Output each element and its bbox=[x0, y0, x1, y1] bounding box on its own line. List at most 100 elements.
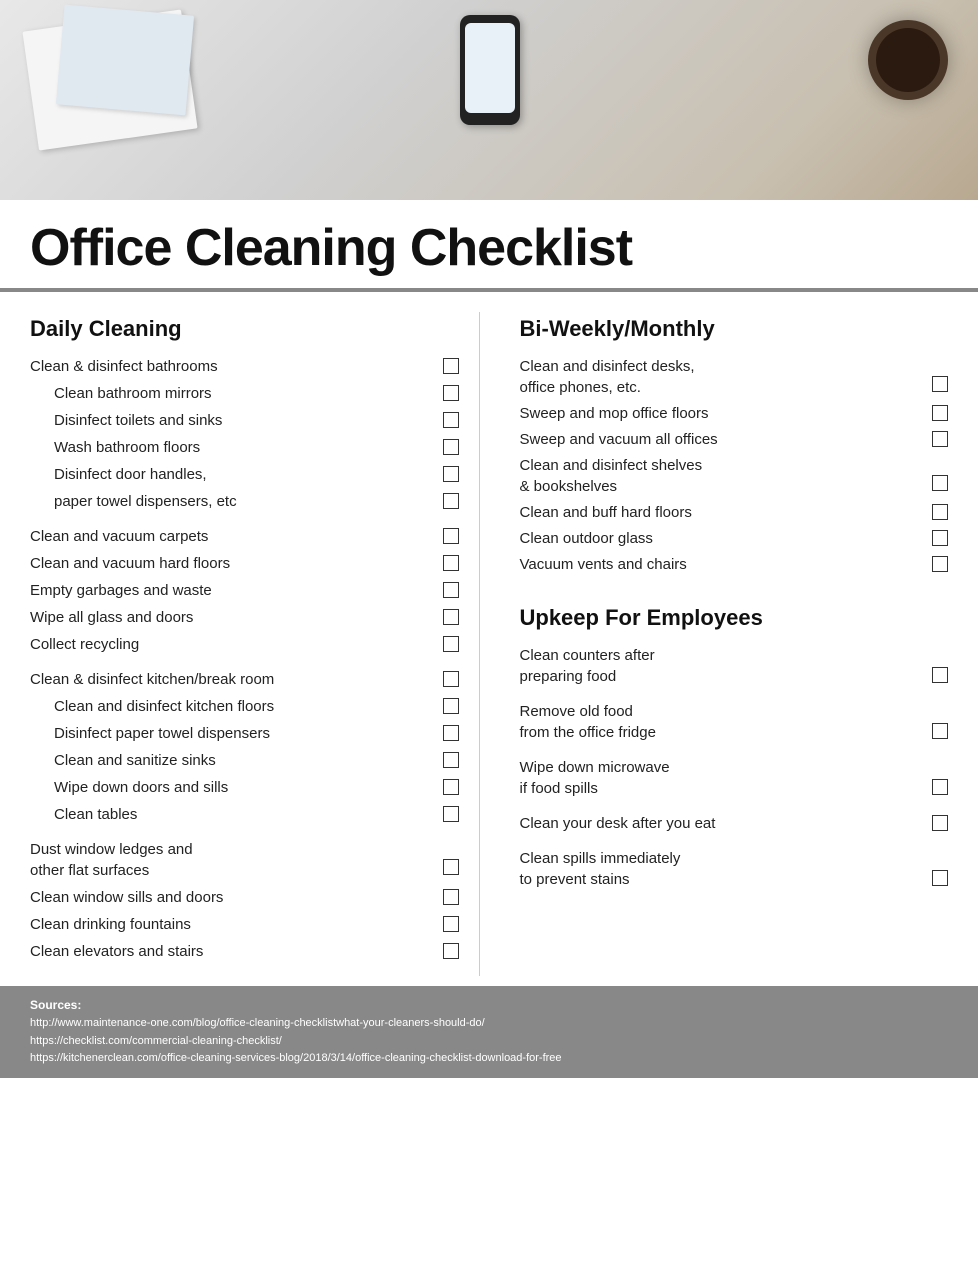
list-item: Wash bathroom floors bbox=[54, 437, 459, 458]
checkbox[interactable] bbox=[932, 815, 948, 831]
checkbox[interactable] bbox=[443, 889, 459, 905]
item-label: Clean counters afterpreparing food bbox=[520, 645, 925, 687]
checkbox[interactable] bbox=[932, 475, 948, 491]
list-item: Clean and vacuum carpets bbox=[30, 526, 459, 547]
checkbox[interactable] bbox=[443, 493, 459, 509]
checkbox[interactable] bbox=[932, 504, 948, 520]
checkbox[interactable] bbox=[443, 358, 459, 374]
checkbox[interactable] bbox=[932, 667, 948, 683]
item-label: Clean window sills and doors bbox=[30, 887, 435, 908]
list-item: Wipe down doors and sills bbox=[54, 777, 459, 798]
right-column: Bi-Weekly/Monthly Clean and disinfect de… bbox=[510, 312, 949, 976]
list-item: Dust window ledges andother flat surface… bbox=[30, 839, 459, 881]
list-item: Clean and disinfect shelves& bookshelves bbox=[520, 455, 949, 497]
item-label: Clean tables bbox=[54, 804, 435, 825]
item-label: paper towel dispensers, etc bbox=[54, 491, 435, 512]
item-label: Clean drinking fountains bbox=[30, 914, 435, 935]
kitchen-subitems: Clean and disinfect kitchen floors Disin… bbox=[30, 696, 459, 825]
list-item: Disinfect door handles, bbox=[54, 464, 459, 485]
checkbox[interactable] bbox=[443, 698, 459, 714]
footer: Sources: http://www.maintenance-one.com/… bbox=[0, 986, 978, 1078]
source-link-2: https://checklist.com/commercial-cleanin… bbox=[30, 1033, 948, 1051]
item-label: Sweep and mop office floors bbox=[520, 403, 925, 424]
item-label: Clean and vacuum hard floors bbox=[30, 553, 435, 574]
checkbox[interactable] bbox=[932, 779, 948, 795]
item-label: Wipe all glass and doors bbox=[30, 607, 435, 628]
checkbox[interactable] bbox=[443, 609, 459, 625]
item-label: Clean your desk after you eat bbox=[520, 813, 925, 834]
checkbox[interactable] bbox=[443, 582, 459, 598]
item-label: Disinfect toilets and sinks bbox=[54, 410, 435, 431]
checkbox[interactable] bbox=[443, 636, 459, 652]
checkbox[interactable] bbox=[443, 528, 459, 544]
checkbox[interactable] bbox=[443, 943, 459, 959]
daily-misc-group: Dust window ledges andother flat surface… bbox=[30, 839, 459, 962]
list-item: Clean and sanitize sinks bbox=[54, 750, 459, 771]
list-item: Clean your desk after you eat bbox=[520, 813, 949, 834]
bathrooms-group: Clean & disinfect bathrooms Clean bathro… bbox=[30, 356, 459, 512]
checkbox[interactable] bbox=[443, 439, 459, 455]
list-item: Sweep and mop office floors bbox=[520, 403, 949, 424]
employee-section-title: Upkeep For Employees bbox=[520, 605, 949, 631]
list-item: Clean & disinfect kitchen/break room bbox=[30, 669, 459, 690]
checkbox[interactable] bbox=[443, 412, 459, 428]
kitchen-group: Clean & disinfect kitchen/break room Cle… bbox=[30, 669, 459, 825]
list-item: Disinfect toilets and sinks bbox=[54, 410, 459, 431]
list-item: Clean drinking fountains bbox=[30, 914, 459, 935]
item-label: Vacuum vents and chairs bbox=[520, 554, 925, 575]
item-label: Dust window ledges andother flat surface… bbox=[30, 839, 435, 881]
item-label: Clean and disinfect desks,office phones,… bbox=[520, 356, 925, 398]
item-label: Empty garbages and waste bbox=[30, 580, 435, 601]
biweekly-section-title: Bi-Weekly/Monthly bbox=[520, 316, 949, 342]
title-bar: Office Cleaning Checklist bbox=[0, 200, 978, 292]
list-item: Clean outdoor glass bbox=[520, 528, 949, 549]
page-title: Office Cleaning Checklist bbox=[30, 218, 948, 278]
phone-decoration bbox=[460, 15, 520, 125]
item-label: Clean & disinfect bathrooms bbox=[30, 356, 435, 377]
checkbox[interactable] bbox=[443, 385, 459, 401]
item-label: Disinfect door handles, bbox=[54, 464, 435, 485]
checkbox[interactable] bbox=[443, 916, 459, 932]
source-link-1: http://www.maintenance-one.com/blog/offi… bbox=[30, 1015, 948, 1033]
checkbox[interactable] bbox=[443, 752, 459, 768]
item-label: Sweep and vacuum all offices bbox=[520, 429, 925, 450]
item-label: Remove old foodfrom the office fridge bbox=[520, 701, 925, 743]
list-item: Clean bathroom mirrors bbox=[54, 383, 459, 404]
list-item: Clean elevators and stairs bbox=[30, 941, 459, 962]
employee-group: Clean counters afterpreparing food Remov… bbox=[520, 645, 949, 890]
item-label: Wipe down microwaveif food spills bbox=[520, 757, 925, 799]
source-link-3: https://kitchenerclean.com/office-cleani… bbox=[30, 1050, 948, 1068]
item-label: Clean spills immediatelyto prevent stain… bbox=[520, 848, 925, 890]
checkbox[interactable] bbox=[932, 530, 948, 546]
checkbox[interactable] bbox=[932, 376, 948, 392]
checkbox[interactable] bbox=[443, 859, 459, 875]
checkbox[interactable] bbox=[443, 779, 459, 795]
list-item: Vacuum vents and chairs bbox=[520, 554, 949, 575]
checkbox[interactable] bbox=[443, 671, 459, 687]
header-photo bbox=[0, 0, 978, 200]
daily-section-title: Daily Cleaning bbox=[30, 316, 459, 342]
checkbox[interactable] bbox=[932, 723, 948, 739]
list-item: Clean & disinfect bathrooms bbox=[30, 356, 459, 377]
checkbox[interactable] bbox=[443, 466, 459, 482]
checkbox[interactable] bbox=[932, 870, 948, 886]
list-item: Clean spills immediatelyto prevent stain… bbox=[520, 848, 949, 890]
checkbox[interactable] bbox=[443, 555, 459, 571]
item-label: Clean & disinfect kitchen/break room bbox=[30, 669, 435, 690]
list-item: Collect recycling bbox=[30, 634, 459, 655]
item-label: Clean outdoor glass bbox=[520, 528, 925, 549]
checkbox[interactable] bbox=[443, 806, 459, 822]
list-item: paper towel dispensers, etc bbox=[54, 491, 459, 512]
list-item: Clean and vacuum hard floors bbox=[30, 553, 459, 574]
checkbox[interactable] bbox=[932, 431, 948, 447]
item-label: Clean elevators and stairs bbox=[30, 941, 435, 962]
biweekly-group: Clean and disinfect desks,office phones,… bbox=[520, 356, 949, 575]
checkbox[interactable] bbox=[443, 725, 459, 741]
list-item: Clean window sills and doors bbox=[30, 887, 459, 908]
daily-standalone-group: Clean and vacuum carpets Clean and vacuu… bbox=[30, 526, 459, 655]
checkbox[interactable] bbox=[932, 556, 948, 572]
list-item: Wipe all glass and doors bbox=[30, 607, 459, 628]
item-label: Clean and buff hard floors bbox=[520, 502, 925, 523]
item-label: Clean and disinfect shelves& bookshelves bbox=[520, 455, 925, 497]
checkbox[interactable] bbox=[932, 405, 948, 421]
